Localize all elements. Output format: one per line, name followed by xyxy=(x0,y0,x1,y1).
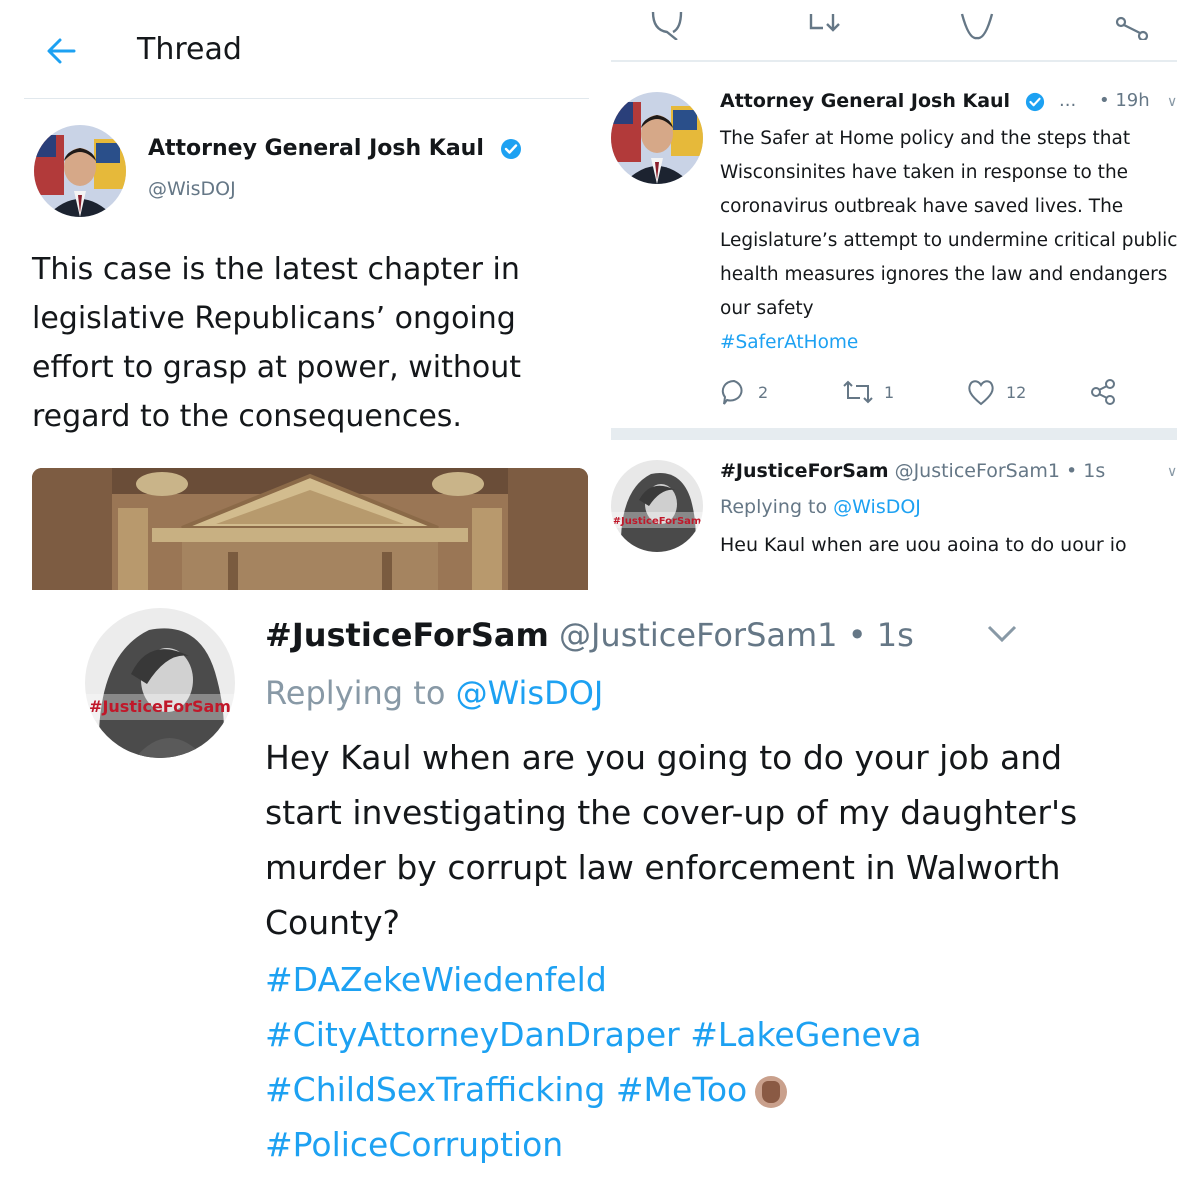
like-count: 12 xyxy=(1006,382,1027,402)
reply-count: 2 xyxy=(758,382,769,402)
tweet-timestamp[interactable]: • 19h xyxy=(1099,90,1150,111)
retweet-button[interactable]: 1 xyxy=(842,378,894,406)
raised-hands-emoji-icon xyxy=(755,1075,788,1108)
thread-panel: Thread Attorney General Josh Kaul @WisDO… xyxy=(24,10,589,590)
reply-icon[interactable] xyxy=(649,10,685,40)
share-button[interactable] xyxy=(1088,378,1118,406)
avatar[interactable] xyxy=(34,125,126,217)
tweet-image[interactable] xyxy=(32,468,588,590)
reply-button[interactable]: 2 xyxy=(720,378,768,406)
hashtag-link[interactable]: #MeToo xyxy=(616,1070,747,1109)
replying-to: Replying to @WisDOJ xyxy=(720,496,921,518)
reply-timestamp: • 1s xyxy=(847,616,914,654)
thread-header: Thread xyxy=(24,10,589,99)
hashtag-link[interactable]: #PoliceCorruption xyxy=(265,1125,563,1164)
verified-badge-icon xyxy=(1025,92,1044,111)
tweet-text: The Safer at Home policy and the steps t… xyxy=(720,122,1177,360)
tweet-text: This case is the latest chapter in legis… xyxy=(32,252,521,434)
reply-icon xyxy=(721,379,743,405)
chevron-down-icon[interactable]: ∨ xyxy=(1167,94,1177,110)
reply-timestamp: • 1s xyxy=(1066,460,1106,482)
retweet-icon xyxy=(843,380,873,404)
verified-badge-icon xyxy=(500,139,521,159)
thread-title: Thread xyxy=(137,32,242,67)
hashtag-link[interactable]: #CityAttorneyDanDraper xyxy=(265,1015,680,1054)
like-icon[interactable] xyxy=(959,10,995,40)
heart-icon xyxy=(968,380,994,406)
like-button[interactable]: 12 xyxy=(966,378,1026,406)
hashtag-link[interactable]: #ChildSexTrafficking xyxy=(265,1070,605,1109)
reply-zoom-panel: #JusticeForSam #JusticeForSam @JusticeFo… xyxy=(40,598,1160,1188)
back-arrow-icon[interactable] xyxy=(44,34,78,68)
reply-author-handle: @JusticeForSam1 xyxy=(558,616,838,654)
hashtag-link[interactable]: #LakeGeneva xyxy=(690,1015,921,1054)
hashtag-link[interactable]: #DAZekeWiedenfeld xyxy=(265,960,607,999)
retweet-count: 1 xyxy=(884,382,895,402)
mention-link[interactable]: @WisDOJ xyxy=(456,674,604,712)
tweet-actions: 2 1 12 xyxy=(720,378,1160,412)
retweet-icon[interactable] xyxy=(807,10,843,40)
reply-author-name: #JusticeForSam xyxy=(720,460,889,482)
svg-text:#JusticeForSam: #JusticeForSam xyxy=(89,697,231,716)
hashtag-link[interactable]: #SaferAtHome xyxy=(720,332,858,353)
avatar[interactable] xyxy=(611,92,703,184)
reply-author-line[interactable]: #JusticeForSam @JusticeForSam1 • 1s xyxy=(265,616,914,654)
tweet-body: The Safer at Home policy and the steps t… xyxy=(720,128,1177,319)
author-name[interactable]: Attorney General Josh Kaul xyxy=(148,136,522,161)
svg-text:#JusticeForSam: #JusticeForSam xyxy=(613,516,702,527)
action-bar-top xyxy=(611,0,1177,62)
share-icon xyxy=(1091,379,1115,405)
reply-preview-panel: #JusticeForSam #JusticeForSam @JusticeFo… xyxy=(611,448,1177,558)
reply-author-line[interactable]: #JusticeForSam @JusticeForSam1 • 1s xyxy=(720,460,1105,482)
avatar[interactable]: #JusticeForSam xyxy=(611,460,703,552)
author-handle[interactable]: @WisDOJ xyxy=(148,178,236,200)
author-name[interactable]: Attorney General Josh Kaul xyxy=(720,90,1045,112)
chevron-down-icon[interactable]: ∨ xyxy=(1167,464,1177,480)
reply-author-name: #JusticeForSam xyxy=(265,616,549,654)
mention-link[interactable]: @WisDOJ xyxy=(833,496,921,518)
avatar[interactable]: #JusticeForSam xyxy=(85,608,235,758)
more-indicator: ... xyxy=(1059,90,1077,111)
reply-text-preview: Heu Kaul when are uou aoina to do uour i… xyxy=(720,534,1127,556)
chevron-down-icon[interactable] xyxy=(986,624,1018,644)
hashtag-list: #DAZekeWiedenfeld #CityAttorneyDanDraper… xyxy=(265,952,1145,1172)
divider xyxy=(611,428,1177,440)
reply-text: Hey Kaul when are you going to do your j… xyxy=(265,738,1078,942)
tweet-panel: Attorney General Josh Kaul ... • 19h ∨ T… xyxy=(611,0,1177,440)
share-icon[interactable] xyxy=(1113,10,1153,40)
replying-to: Replying to @WisDOJ xyxy=(265,674,604,712)
reply-author-handle: @JusticeForSam1 xyxy=(894,460,1060,482)
